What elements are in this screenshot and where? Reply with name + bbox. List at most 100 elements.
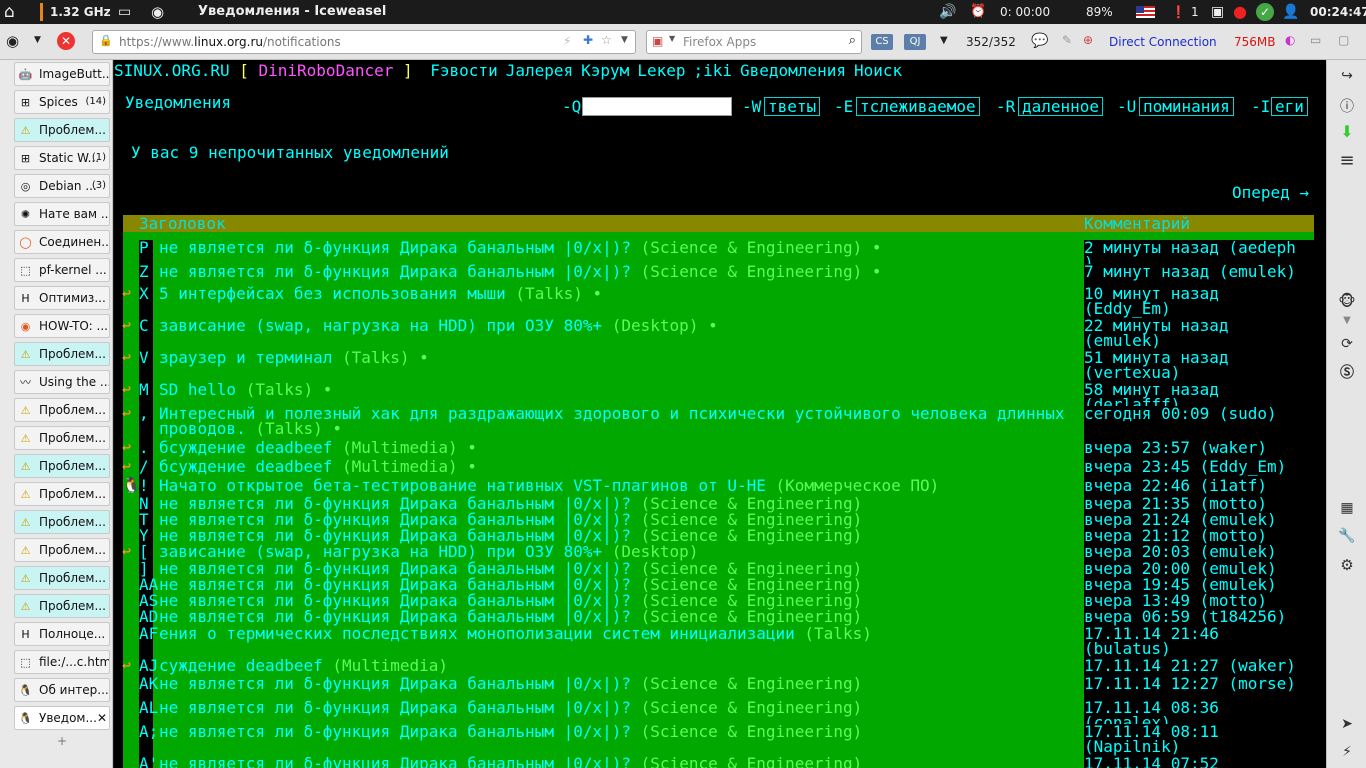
check-icon[interactable]: ✓: [1256, 3, 1274, 21]
notification-section[interactable]: (Science & Engineering): [641, 722, 863, 741]
nav-link[interactable]: Kэрум: [581, 61, 629, 80]
comment-info[interactable]: 22 минуты назад (emulek): [1084, 318, 1314, 350]
comment-info[interactable]: 2 минуты назад (aedeph ): [1084, 240, 1314, 271]
sidebar-tab[interactable]: ⚠ Проблем...: [14, 538, 110, 562]
notification-section[interactable]: (Talks) •: [515, 284, 602, 303]
nav-link[interactable]: Fэвости: [430, 61, 497, 80]
table-row[interactable]: A; не является ли δ-функция Дирака баналь…: [114, 724, 1326, 756]
reader-icon[interactable]: ⚡: [563, 34, 571, 48]
comment-info[interactable]: сегодня 00:09 (sudo): [1084, 406, 1314, 440]
filter-button[interactable]: еги: [1271, 97, 1308, 116]
forward-icon[interactable]: ↪: [1327, 68, 1366, 84]
sidebar-tab[interactable]: ⚠ Проблем...: [14, 426, 110, 450]
sidebar-tab[interactable]: 🐧 Уведом... ✕: [14, 706, 110, 730]
notification-title[interactable]: не является ли δ-функция Дирака банальны…: [159, 722, 631, 741]
scroll-down-icon[interactable]: ▼: [1327, 315, 1366, 326]
window-icon[interactable]: ▭: [1310, 33, 1321, 47]
notification-title[interactable]: бсуждение deadbeef: [159, 438, 332, 457]
proxy-status[interactable]: Direct Connection: [1109, 35, 1217, 49]
sidebar-tab[interactable]: ⬚ pf-kernel ...: [14, 258, 110, 282]
search-input[interactable]: Firefox Apps: [683, 35, 756, 49]
notification-title[interactable]: зраузер и терминал: [159, 348, 332, 367]
user-icon[interactable]: 👤: [1282, 0, 1299, 24]
us-flag-icon[interactable]: [1136, 6, 1155, 18]
sidebar-tab[interactable]: 〰 Using the ...: [14, 370, 110, 394]
comment-info[interactable]: 17.11.14 12:27 (morse): [1084, 676, 1314, 700]
site-logo[interactable]: SINUX.ORG.RU: [114, 61, 230, 80]
history-dropdown-icon[interactable]: ▼: [34, 35, 41, 45]
menu-icon[interactable]: ≡: [1327, 150, 1366, 171]
sidebar-tab[interactable]: ⚠ Проблем...: [14, 566, 110, 590]
notification-title[interactable]: не является ли δ-функция Дирака банальны…: [159, 238, 631, 257]
notification-section[interactable]: (Multimedia) •: [342, 457, 477, 476]
nav-link[interactable]: Lекер: [637, 61, 685, 80]
comment-info[interactable]: 51 минута назад (vertexua): [1084, 350, 1314, 382]
notification-title[interactable]: Начато открытое бета-тестирование нативн…: [159, 476, 766, 495]
sidebar-tab[interactable]: 🐧 Об интер...: [14, 678, 110, 702]
comment-info[interactable]: 10 минут назад (Eddy_Em): [1084, 286, 1314, 318]
notification-section[interactable]: (Science & Engineering): [641, 674, 863, 693]
screenshot-icon[interactable]: ▣: [1211, 0, 1224, 24]
notification-section[interactable]: (Talks) •: [255, 419, 342, 438]
comment-info[interactable]: 17.11.14 21:46 (bulatus): [1084, 626, 1314, 658]
sidebar-tab[interactable]: ⚠ Проблем...: [14, 342, 110, 366]
s-badge-icon[interactable]: Ⓢ: [1327, 362, 1366, 382]
notification-section[interactable]: (Talks) •: [246, 380, 333, 399]
app-icon[interactable]: ◉: [151, 0, 164, 24]
sidebar-tab[interactable]: ⚠ Проблем...: [14, 510, 110, 534]
search-bar[interactable]: ▣ ▼ Firefox Apps ⌕: [646, 30, 862, 54]
nav-link[interactable]: Hоиск: [854, 61, 902, 80]
sidebar-tab[interactable]: ⊞ Static W... (1): [14, 146, 110, 170]
opera-tray-icon[interactable]: ●: [1233, 0, 1247, 24]
add-icon[interactable]: ✚: [583, 33, 593, 47]
sidebar-tab[interactable]: ✺ Нате вам ...: [14, 202, 110, 226]
notification-title[interactable]: не является ли δ-функция Дирака банальны…: [159, 262, 631, 281]
notification-section[interactable]: (Science & Engineering) •: [641, 238, 882, 257]
notification-title[interactable]: 5 интерфейсах без использования мыши: [159, 284, 506, 303]
notification-title[interactable]: бсуждение deadbeef: [159, 457, 332, 476]
sidebar-tab[interactable]: ⬚ file:/...c.htm: [14, 650, 110, 674]
notification-title[interactable]: суждение deadbeef: [159, 656, 323, 675]
qj-badge[interactable]: QJ: [904, 34, 926, 50]
pen-icon[interactable]: ✎: [1062, 33, 1072, 47]
table-row[interactable]: ↩ X 5 интерфейсах без использования мыши (…: [114, 284, 1326, 318]
comment-info[interactable]: 58 минут назад (derlafff): [1084, 382, 1314, 413]
notification-title[interactable]: не является ли δ-функция Дирака банальны…: [159, 674, 631, 693]
lightning-icon[interactable]: ⚡: [1327, 744, 1366, 760]
bookmark-star-icon[interactable]: ☆: [601, 33, 612, 47]
table-row[interactable]: Zне является ли δ-функция Дирака банальн…: [114, 264, 1326, 286]
engine-dropdown-icon[interactable]: ▼: [669, 34, 675, 43]
table-row[interactable]: ↩ M SD hello (Talks) • 58 минут назад (derl…: [114, 380, 1326, 413]
comment-info[interactable]: 7 минут назад (emulek): [1084, 264, 1314, 286]
clock-timer-icon[interactable]: ⏰: [970, 0, 1000, 24]
notification-section[interactable]: (Talks) •: [342, 348, 429, 367]
sidebar-tab[interactable]: ⚠ Проблем...: [14, 454, 110, 478]
notification-title[interactable]: SD hello: [159, 380, 236, 399]
notification-section[interactable]: (Talks): [804, 624, 871, 643]
table-row[interactable]: ↩ Cзависание (swap, нагрузка на HDD) при …: [114, 316, 1326, 350]
comment-info[interactable]: 17.11.14 07:52: [1084, 756, 1314, 768]
url-bar[interactable]: 🔒 https://www.linux.org.ru/notifications…: [92, 30, 636, 54]
chat-icon[interactable]: 💬: [1031, 33, 1048, 49]
filter-button[interactable]: тветы: [764, 97, 821, 116]
sidebar-tab[interactable]: ⚠ Проблем...: [14, 594, 110, 618]
dropdown-icon[interactable]: ▼: [940, 35, 948, 46]
addon-icon[interactable]: ◐: [1285, 33, 1295, 47]
volume-icon[interactable]: 🔊: [939, 0, 956, 24]
sidebar-tab[interactable]: ⚠ Проблем...: [14, 398, 110, 422]
alert-icon[interactable]: ❗: [1171, 0, 1186, 24]
cs-badge[interactable]: CS: [871, 34, 893, 50]
download-icon[interactable]: ⬇: [1327, 122, 1366, 141]
next-page-link[interactable]: Oперед →: [1232, 183, 1309, 202]
nav-link[interactable]: Jалерея: [506, 61, 573, 80]
search-icon[interactable]: ⌕: [849, 33, 856, 48]
notification-section[interactable]: (Multimedia): [332, 656, 448, 675]
comment-info[interactable]: 17.11.14 08:11 (Napilnik): [1084, 724, 1314, 756]
user-link[interactable]: DiniRoboDancer: [259, 61, 394, 80]
table-row[interactable]: AL не является ли δ-функция Дирака баналь…: [114, 700, 1326, 731]
table-row[interactable]: AF ения о термических последствиях монопо…: [114, 626, 1326, 658]
sidebar-tab[interactable]: 🤖 ImageButt...: [14, 62, 110, 86]
sync-icon[interactable]: ⟳: [1327, 336, 1366, 352]
nav-link[interactable]: Gведомления: [740, 61, 846, 80]
nav-link[interactable]: ;iki: [693, 61, 732, 80]
